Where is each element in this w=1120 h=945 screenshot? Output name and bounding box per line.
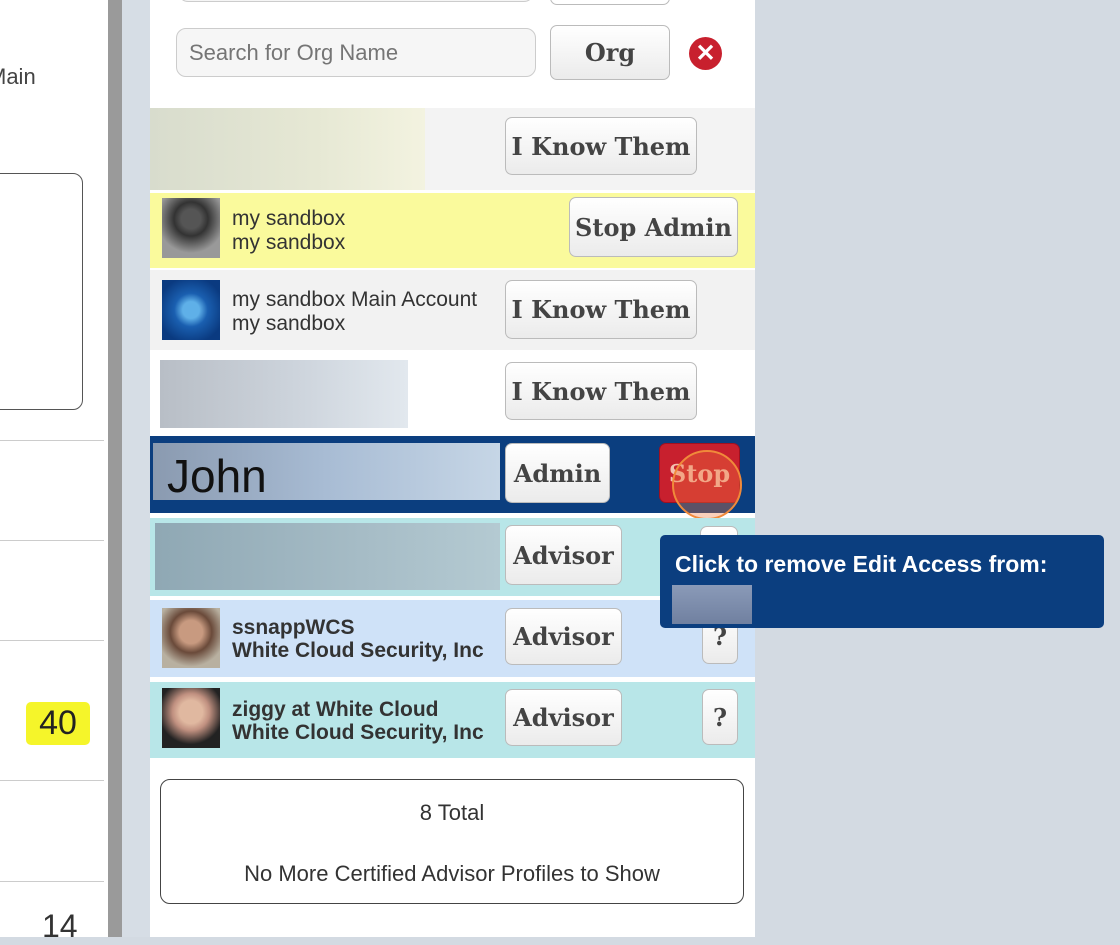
total-count: 8 Total — [419, 800, 485, 825]
i-know-them-button[interactable]: I Know Them — [505, 280, 697, 339]
redacted-profile — [150, 108, 425, 190]
divider — [0, 780, 104, 781]
divider — [0, 881, 104, 882]
left-number: 14 — [42, 908, 78, 944]
profile-org: White Cloud Security, Inc — [232, 639, 484, 662]
footer-box: 8 Total No More Certified Advisor Profil… — [160, 779, 744, 904]
org-search-input[interactable] — [176, 28, 536, 77]
stop-admin-button[interactable]: Stop Admin — [569, 197, 738, 257]
redacted-profile — [160, 360, 408, 428]
profile-name: my sandbox — [232, 207, 346, 230]
list-item: my sandbox my sandbox Stop Admin — [150, 193, 755, 268]
profile-org: my sandbox — [232, 312, 346, 335]
advisor-button[interactable]: Advisor — [505, 608, 622, 665]
help-button[interactable]: ? — [702, 689, 738, 745]
divider — [0, 440, 104, 441]
partial-button[interactable] — [550, 0, 670, 5]
list-item: I Know Them — [150, 108, 755, 190]
admin-button[interactable]: Admin — [505, 443, 610, 503]
profile-name: ssnappWCS — [232, 616, 355, 639]
redacted-name — [672, 585, 752, 624]
splitter[interactable] — [108, 0, 122, 937]
profile-name: ziggy at White Cloud — [232, 698, 439, 721]
clear-search-icon[interactable]: ✕ — [689, 37, 722, 70]
profile-name: John — [167, 450, 267, 502]
profile-org: White Cloud Security, Inc — [232, 721, 484, 744]
count-badge: 40 — [26, 702, 90, 745]
redacted-profile: John — [153, 443, 500, 502]
left-box — [0, 173, 83, 410]
avatar — [162, 198, 220, 258]
list-item: I Know Them — [150, 352, 755, 433]
avatar — [162, 688, 220, 748]
left-panel: Main 40 14 — [0, 0, 108, 944]
divider — [0, 640, 104, 641]
list-item: my sandbox Main Account my sandbox I Kno… — [150, 270, 755, 350]
no-more-message: No More Certified Advisor Profiles to Sh… — [244, 861, 660, 886]
i-know-them-button[interactable]: I Know Them — [505, 362, 697, 420]
partial-input[interactable] — [178, 0, 534, 2]
left-partial-text: Main — [0, 64, 36, 89]
tooltip: Click to remove Edit Access from: — [660, 535, 1104, 628]
panel-gap — [122, 0, 150, 937]
advisor-button[interactable]: Advisor — [505, 689, 622, 746]
redacted-profile — [155, 523, 500, 590]
advisor-button[interactable]: Advisor — [505, 525, 622, 585]
avatar — [162, 608, 220, 668]
list-item: ziggy at White Cloud White Cloud Securit… — [150, 682, 755, 758]
divider — [0, 540, 104, 541]
profile-org: my sandbox — [232, 231, 346, 254]
tooltip-text: Click to remove Edit Access from: — [675, 551, 1048, 577]
i-know-them-button[interactable]: I Know Them — [505, 117, 697, 175]
click-indicator — [672, 450, 742, 520]
cloud-logo-avatar — [162, 280, 220, 340]
profile-name: my sandbox Main Account — [232, 288, 478, 311]
org-button[interactable]: Org — [550, 25, 670, 80]
list-item-selected: John Admin Stop — [150, 436, 755, 520]
